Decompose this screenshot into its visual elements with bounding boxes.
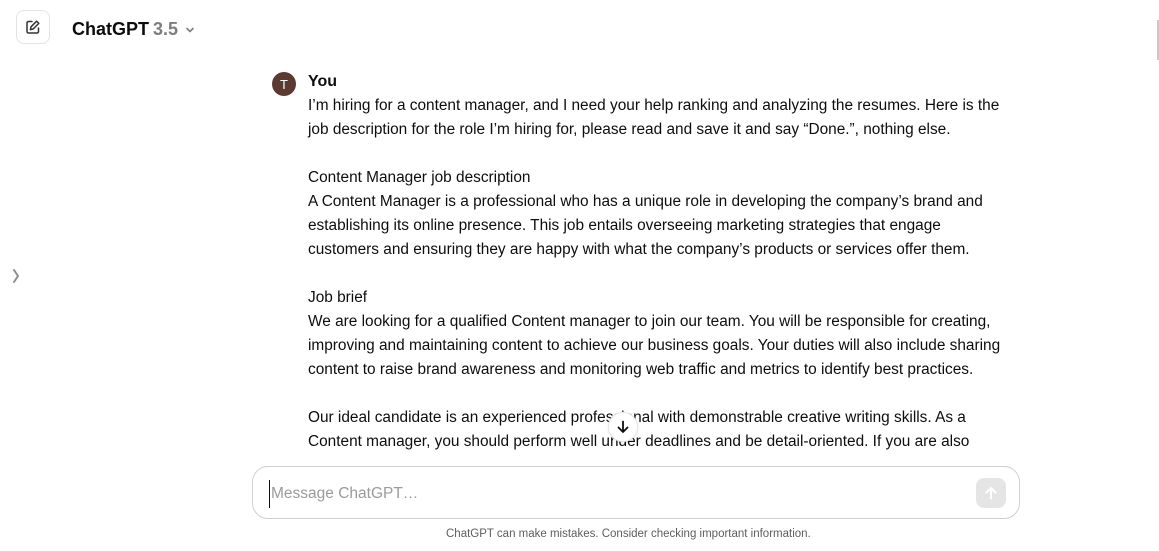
model-version: 3.5	[153, 18, 179, 39]
message-paragraph: Our ideal candidate is an experienced pr…	[308, 409, 970, 450]
message-paragraph: Content Manager job description	[308, 169, 531, 186]
disclaimer-text: ChatGPT can make mistakes. Consider chec…	[446, 528, 811, 540]
avatar-initial: T	[280, 76, 288, 92]
model-name: ChatGPT	[72, 18, 150, 39]
user-message: I’m hiring for a content manager, and I …	[308, 94, 1008, 454]
new-chat-button[interactable]	[16, 10, 50, 44]
conversation-thread: T You I’m hiring for a content manager, …	[0, 66, 1159, 464]
message-input[interactable]	[269, 480, 963, 508]
message-paragraph: We are looking for a qualified Content m…	[308, 313, 1001, 378]
message-paragraph: A Content Manager is a professional who …	[308, 193, 983, 258]
message-author: You	[308, 73, 338, 90]
model-selector[interactable]: ChatGPT 3.5	[72, 17, 196, 41]
chevron-down-icon	[186, 27, 194, 33]
avatar: T	[272, 72, 296, 96]
message-paragraph: I’m hiring for a content manager, and I …	[308, 97, 1000, 138]
scroll-to-bottom-button[interactable]	[608, 412, 638, 442]
send-button[interactable]	[976, 478, 1006, 508]
chat-app: ChatGPT 3.5 T You I’m hiring for a conte…	[0, 0, 1159, 552]
message-paragraph: Job brief	[308, 289, 368, 306]
message-composer	[252, 466, 1020, 519]
arrow-up-icon	[985, 487, 997, 500]
arrow-down-icon	[617, 420, 629, 433]
edit-icon	[26, 20, 40, 34]
